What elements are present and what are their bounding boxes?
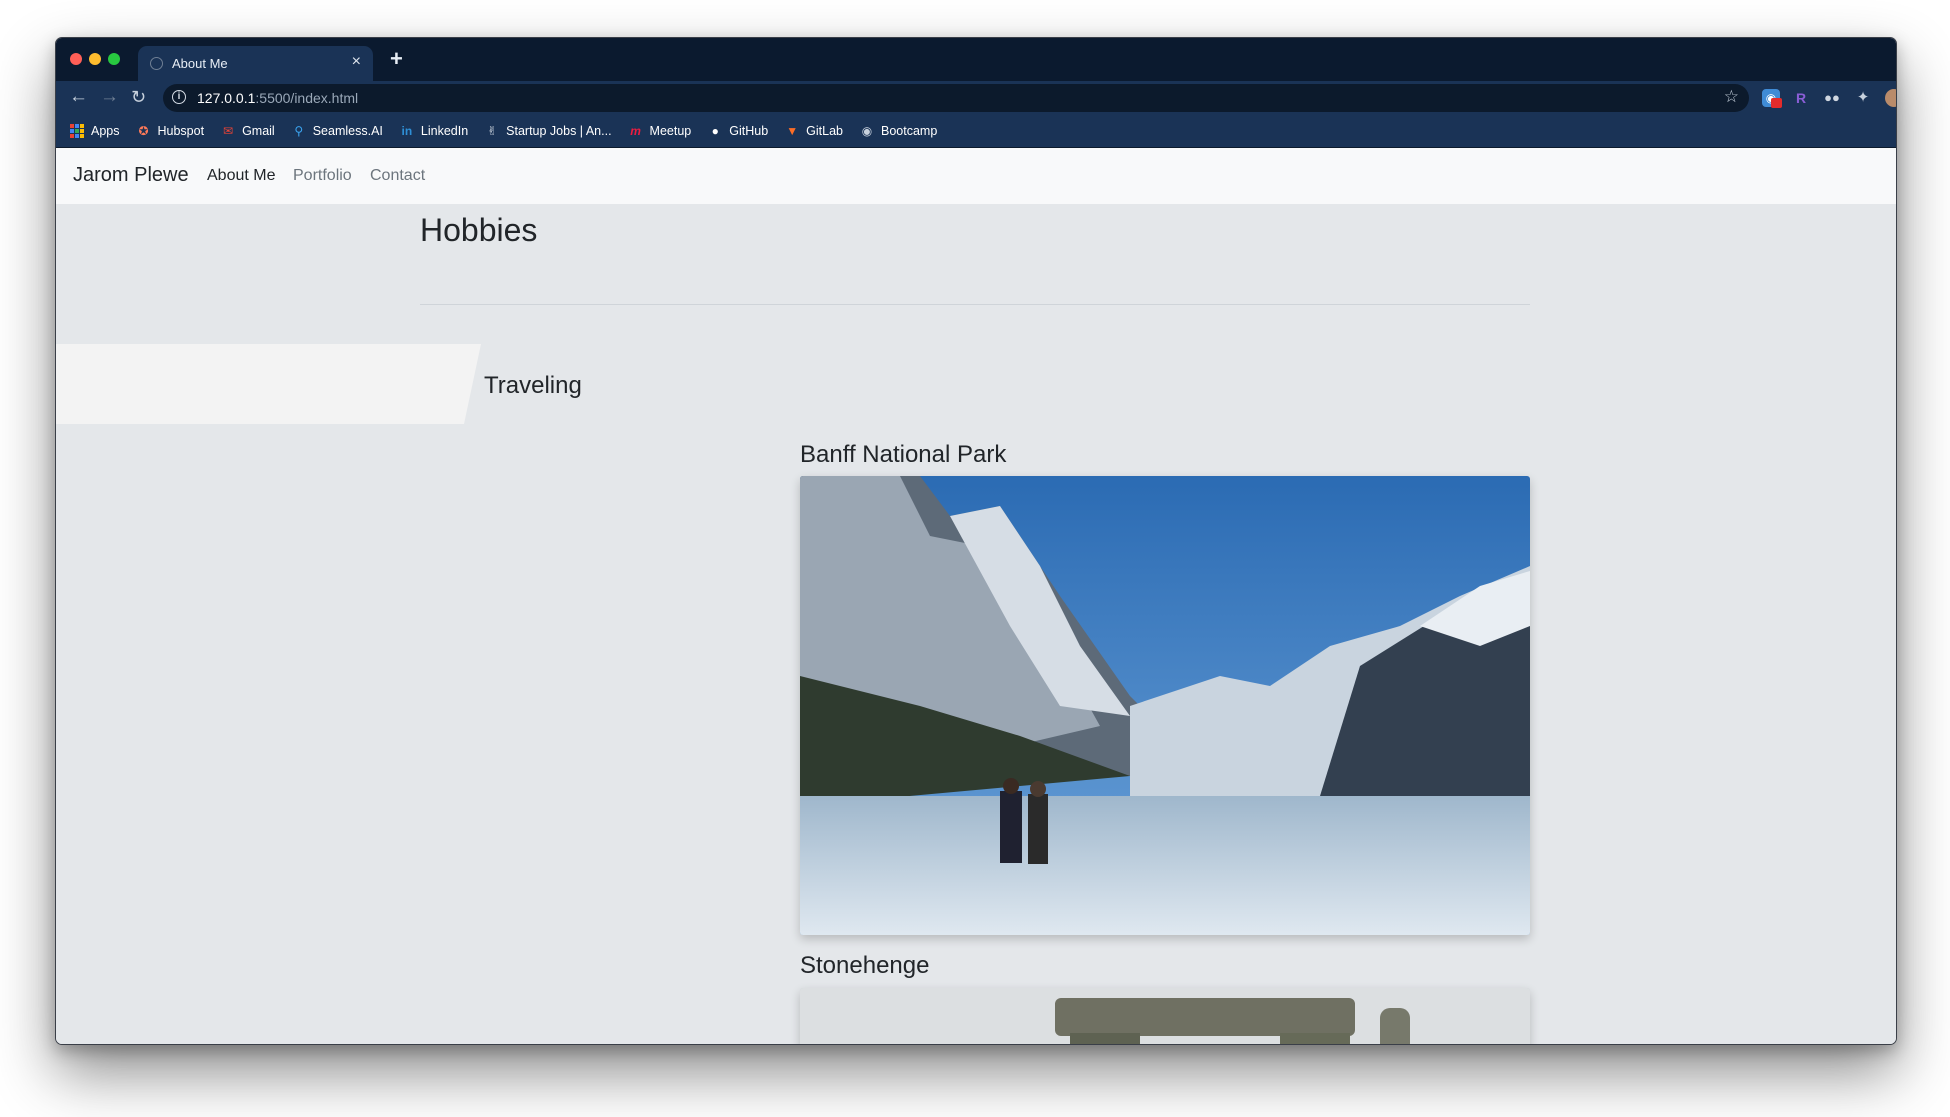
nav-link-about[interactable]: About Me bbox=[207, 167, 275, 185]
place-title: Banff National Park bbox=[800, 441, 1007, 468]
site-navbar: Jarom Plewe About Me Portfolio Contact bbox=[56, 148, 1896, 204]
extension-icon[interactable]: ◉ bbox=[1762, 89, 1782, 108]
browser-window: About Me × + ← → ↻ i 127.0.0.1:5500/inde… bbox=[55, 37, 1897, 1045]
bookmark-gmail[interactable]: ✉ Gmail bbox=[221, 124, 275, 138]
tab-close-icon[interactable]: × bbox=[352, 53, 361, 71]
bookmark-gitlab[interactable]: ▼ GitLab bbox=[785, 124, 843, 138]
apps-grid-icon bbox=[70, 124, 84, 138]
bookmark-label: Apps bbox=[91, 124, 120, 138]
subheading: Traveling bbox=[484, 372, 582, 399]
bookmark-meetup[interactable]: m Meetup bbox=[629, 124, 692, 138]
bookmark-label: Meetup bbox=[649, 124, 692, 138]
bookmark-label: Bootcamp bbox=[881, 124, 938, 138]
extension-icon[interactable]: ●● bbox=[1823, 89, 1841, 107]
bookmark-label: Seamless.AI bbox=[312, 124, 383, 138]
bookmark-hubspot[interactable]: ✪ Hubspot bbox=[137, 124, 205, 138]
browser-tab[interactable]: About Me × bbox=[138, 46, 373, 81]
reload-icon[interactable]: ↻ bbox=[131, 86, 146, 108]
address-bar[interactable]: i 127.0.0.1:5500/index.html ☆ bbox=[163, 84, 1749, 112]
bookmark-bootcamp[interactable]: ◉ Bootcamp bbox=[860, 124, 938, 138]
subheading-banner bbox=[56, 344, 481, 424]
site-brand[interactable]: Jarom Plewe bbox=[73, 164, 189, 187]
linkedin-icon: in bbox=[401, 124, 413, 138]
site-info-icon[interactable]: i bbox=[172, 90, 186, 104]
startup-jobs-icon: ✌ bbox=[487, 124, 498, 138]
tab-title: About Me bbox=[172, 56, 228, 71]
web-page: Jarom Plewe About Me Portfolio Contact H… bbox=[56, 148, 1896, 1044]
url-path: :5500/index.html bbox=[255, 90, 359, 106]
github-icon: ● bbox=[711, 124, 719, 138]
back-arrow-icon[interactable]: ← bbox=[69, 86, 88, 108]
bookmark-star-icon[interactable]: ☆ bbox=[1724, 87, 1739, 107]
divider bbox=[420, 304, 1530, 305]
nav-link-contact[interactable]: Contact bbox=[370, 167, 425, 185]
bookmark-label: GitHub bbox=[729, 124, 769, 138]
banff-photo-image bbox=[800, 476, 1530, 935]
bookmark-github[interactable]: ● GitHub bbox=[708, 124, 769, 138]
bookmarks-bar: Apps ✪ Hubspot ✉ Gmail ⚲ Seamless.AI in … bbox=[56, 115, 1896, 148]
maximize-window-button[interactable] bbox=[108, 53, 120, 65]
bookmark-label: Gmail bbox=[242, 124, 275, 138]
seamless-icon: ⚲ bbox=[294, 124, 304, 138]
new-tab-button[interactable]: + bbox=[390, 46, 403, 72]
puzzle-extensions-icon[interactable]: ✦ bbox=[1854, 89, 1872, 107]
bookmark-label: Startup Jobs | An... bbox=[506, 124, 612, 138]
extension-badge bbox=[1771, 98, 1782, 108]
gitlab-icon: ▼ bbox=[786, 124, 799, 138]
bookmark-seamless[interactable]: ⚲ Seamless.AI bbox=[292, 124, 383, 138]
globe-icon: ◉ bbox=[861, 124, 873, 138]
tab-strip: About Me × + bbox=[56, 38, 1896, 81]
profile-avatar[interactable] bbox=[1885, 89, 1896, 107]
place-title: Stonehenge bbox=[800, 952, 930, 979]
meetup-icon: m bbox=[630, 124, 641, 138]
url-text[interactable]: 127.0.0.1:5500/index.html bbox=[197, 90, 358, 106]
hubspot-icon: ✪ bbox=[138, 124, 149, 138]
forward-arrow-icon[interactable]: → bbox=[100, 86, 119, 108]
banff-photo bbox=[800, 476, 1530, 935]
browser-toolbar: ← → ↻ i 127.0.0.1:5500/index.html ☆ ◉ R … bbox=[56, 81, 1896, 115]
bookmark-linkedin[interactable]: in LinkedIn bbox=[400, 124, 469, 138]
globe-icon bbox=[150, 57, 163, 70]
extension-icon[interactable]: R bbox=[1792, 89, 1810, 107]
bookmark-startup-jobs[interactable]: ✌ Startup Jobs | An... bbox=[485, 124, 611, 138]
minimize-window-button[interactable] bbox=[89, 53, 101, 65]
gmail-icon: ✉ bbox=[223, 124, 234, 138]
section-title: Hobbies bbox=[420, 212, 538, 248]
stonehenge-photo bbox=[800, 988, 1530, 1044]
url-host: 127.0.0.1 bbox=[197, 90, 256, 106]
bookmark-label: LinkedIn bbox=[420, 124, 469, 138]
stonehenge-photo-image bbox=[800, 988, 1530, 1044]
close-window-button[interactable] bbox=[70, 53, 82, 65]
bookmark-label: GitLab bbox=[806, 124, 843, 138]
nav-link-portfolio[interactable]: Portfolio bbox=[293, 167, 352, 185]
bookmark-apps[interactable]: Apps bbox=[70, 124, 120, 138]
bookmark-label: Hubspot bbox=[157, 124, 205, 138]
